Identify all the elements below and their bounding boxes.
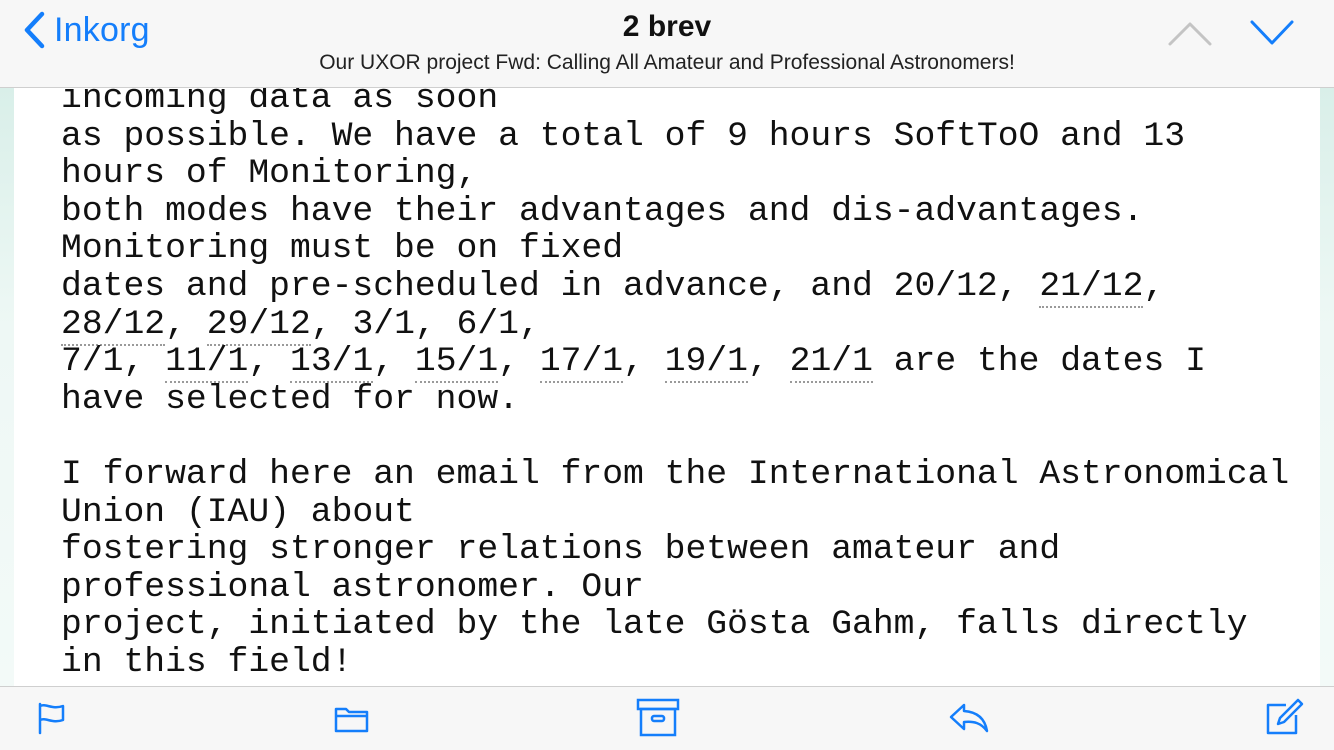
message-text-segment: ,: [623, 342, 665, 382]
folder-icon[interactable]: [334, 701, 370, 740]
message-text-segment: fostering stronger relations between ama…: [61, 530, 1061, 570]
message-text-segment: ,: [498, 342, 540, 382]
message-text-segment: hours of Monitoring,: [61, 154, 478, 194]
message-body[interactable]: incoming data as soon as possible. We hav…: [0, 88, 1334, 686]
message-line: have selected for now.: [61, 379, 1334, 419]
message-text: incoming data as soon as possible. We hav…: [61, 88, 1334, 682]
message-line: I forward here an email from the Interna…: [61, 456, 1334, 494]
message-text-segment: as possible. We have a total of 9 hours …: [61, 116, 1186, 156]
message-text-segment: ,: [373, 342, 415, 382]
message-text-segment: in this field!: [61, 642, 353, 682]
message-text-segment: have selected for now.: [61, 379, 519, 419]
chevron-up-icon[interactable]: [1166, 18, 1214, 53]
message-line: in this field!: [61, 644, 1334, 682]
flag-icon[interactable]: [36, 701, 68, 740]
message-line: incoming data as soon: [61, 88, 1334, 118]
message-line: hours of Monitoring,: [61, 155, 1334, 193]
left-edge: [0, 88, 14, 686]
chevron-down-icon[interactable]: [1248, 16, 1296, 53]
message-line: as possible. We have a total of 9 hours …: [61, 116, 1334, 156]
date-link[interactable]: 21/12: [1039, 266, 1144, 308]
reply-icon[interactable]: [948, 699, 990, 740]
message-text-segment: project, initiated by the late Gösta Gah…: [61, 605, 1248, 645]
date-link[interactable]: 29/12: [206, 304, 311, 346]
message-line: Union (IAU) about: [61, 492, 1334, 532]
compose-icon[interactable]: [1264, 697, 1304, 742]
message-line: project, initiated by the late Gösta Gah…: [61, 606, 1334, 644]
message-text-segment: ,: [165, 304, 207, 344]
date-link[interactable]: 28/12: [61, 304, 166, 346]
message-text-segment: incoming data as soon: [61, 88, 499, 118]
date-link[interactable]: 13/1: [290, 342, 374, 384]
message-line: Monitoring must be on fixed: [61, 230, 1334, 268]
bottom-toolbar: [0, 686, 1334, 750]
date-link[interactable]: 19/1: [664, 342, 748, 384]
message-text-segment: , 3/1, 6/1,: [310, 304, 540, 344]
page-title: 2 brev: [622, 10, 712, 43]
message-text-segment: I forward here an email from the Interna…: [61, 454, 1290, 494]
message-line: 28/12, 29/12, 3/1, 6/1,: [61, 304, 1334, 346]
archive-icon[interactable]: [636, 697, 680, 742]
message-text-segment: ,: [1143, 266, 1165, 306]
message-text-segment: professional astronomer. Our: [61, 567, 644, 607]
message-line: [61, 418, 1334, 456]
message-line: 7/1, 11/1, 13/1, 15/1, 17/1, 19/1, 21/1 …: [61, 342, 1334, 384]
message-line: both modes have their advantages and dis…: [61, 191, 1334, 231]
date-link[interactable]: 17/1: [539, 342, 624, 384]
message-line: dates and pre-scheduled in advance, and …: [61, 266, 1334, 308]
navigation-bar: Inkorg 2 brev Our UXOR project Fwd: Call…: [0, 0, 1334, 88]
message-line: professional astronomer. Our: [61, 567, 1334, 607]
message-text-segment: ,: [248, 342, 290, 382]
date-link[interactable]: 15/1: [414, 342, 499, 384]
message-text-segment: Monitoring must be on fixed: [61, 229, 624, 269]
date-link[interactable]: 21/1: [789, 342, 873, 384]
thread-subject: Our UXOR project Fwd: Calling All Amateu…: [319, 51, 1015, 74]
message-text-segment: ,: [747, 342, 790, 382]
message-line: fostering stronger relations between ama…: [61, 531, 1334, 569]
message-text-segment: dates and pre-scheduled in advance, and …: [61, 266, 1040, 306]
date-link[interactable]: 11/1: [165, 342, 249, 384]
message-text-segment: both modes have their advantages and dis…: [61, 191, 1144, 231]
message-text-segment: 7/1,: [61, 342, 166, 382]
message-text-segment: Union (IAU) about: [61, 492, 415, 532]
message-text-segment: are the dates I: [872, 342, 1206, 382]
